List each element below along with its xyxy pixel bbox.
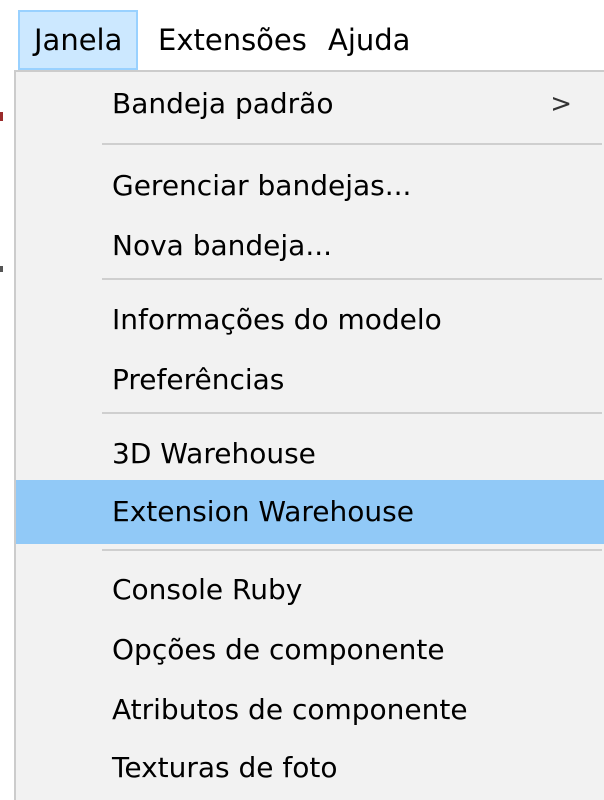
chevron-right-icon: > bbox=[550, 89, 572, 119]
background-window-edge bbox=[0, 80, 14, 792]
menu-item-gerenciar-bandejas[interactable]: Gerenciar bandejas... bbox=[16, 154, 604, 218]
menu-janela[interactable]: Janela bbox=[18, 10, 139, 70]
menu-item-console-ruby[interactable]: Console Ruby bbox=[16, 558, 604, 622]
menu-item-label: Atributos de componente bbox=[112, 693, 468, 726]
menu-bar: Janela Extensões Ajuda bbox=[0, 0, 604, 80]
menu-item-informacoes-do-modelo[interactable]: Informações do modelo bbox=[16, 288, 604, 352]
menu-item-label: Console Ruby bbox=[112, 573, 303, 606]
menu-item-label: Preferências bbox=[112, 363, 285, 396]
menu-item-label: Bandeja padrão bbox=[112, 87, 334, 120]
menu-item-label: Informações do modelo bbox=[112, 303, 442, 336]
menu-item-label: Texturas de foto bbox=[112, 751, 338, 784]
menu-separator bbox=[102, 278, 602, 280]
menu-item-nova-bandeja[interactable]: Nova bandeja... bbox=[16, 214, 604, 278]
menu-separator bbox=[102, 412, 602, 414]
menu-item-label: Extension Warehouse bbox=[112, 495, 414, 528]
menu-item-label: Nova bandeja... bbox=[112, 229, 333, 262]
menu-separator bbox=[102, 549, 602, 551]
menu-item-preferencias[interactable]: Preferências bbox=[16, 348, 604, 412]
menu-item-atributos-de-componente[interactable]: Atributos de componente bbox=[16, 678, 604, 742]
background-mark bbox=[0, 112, 3, 121]
menu-item-label: Gerenciar bandejas... bbox=[112, 169, 412, 202]
janela-dropdown-menu: Bandeja padrão > Gerenciar bandejas... N… bbox=[14, 70, 604, 800]
menu-item-opcoes-de-componente[interactable]: Opções de componente bbox=[16, 618, 604, 682]
menu-ajuda[interactable]: Ajuda bbox=[314, 10, 424, 70]
menu-item-3d-warehouse[interactable]: 3D Warehouse bbox=[16, 422, 604, 486]
menu-item-bandeja-padrao[interactable]: Bandeja padrão > bbox=[16, 72, 604, 136]
menu-item-extension-warehouse[interactable]: Extension Warehouse bbox=[16, 480, 604, 544]
menu-item-label: Opções de componente bbox=[112, 633, 445, 666]
menu-item-texturas-de-foto[interactable]: Texturas de foto bbox=[16, 736, 604, 800]
menu-extensoes[interactable]: Extensões bbox=[144, 10, 321, 70]
menu-item-label: 3D Warehouse bbox=[112, 437, 316, 470]
menu-separator bbox=[102, 143, 602, 145]
background-mark bbox=[0, 266, 3, 272]
